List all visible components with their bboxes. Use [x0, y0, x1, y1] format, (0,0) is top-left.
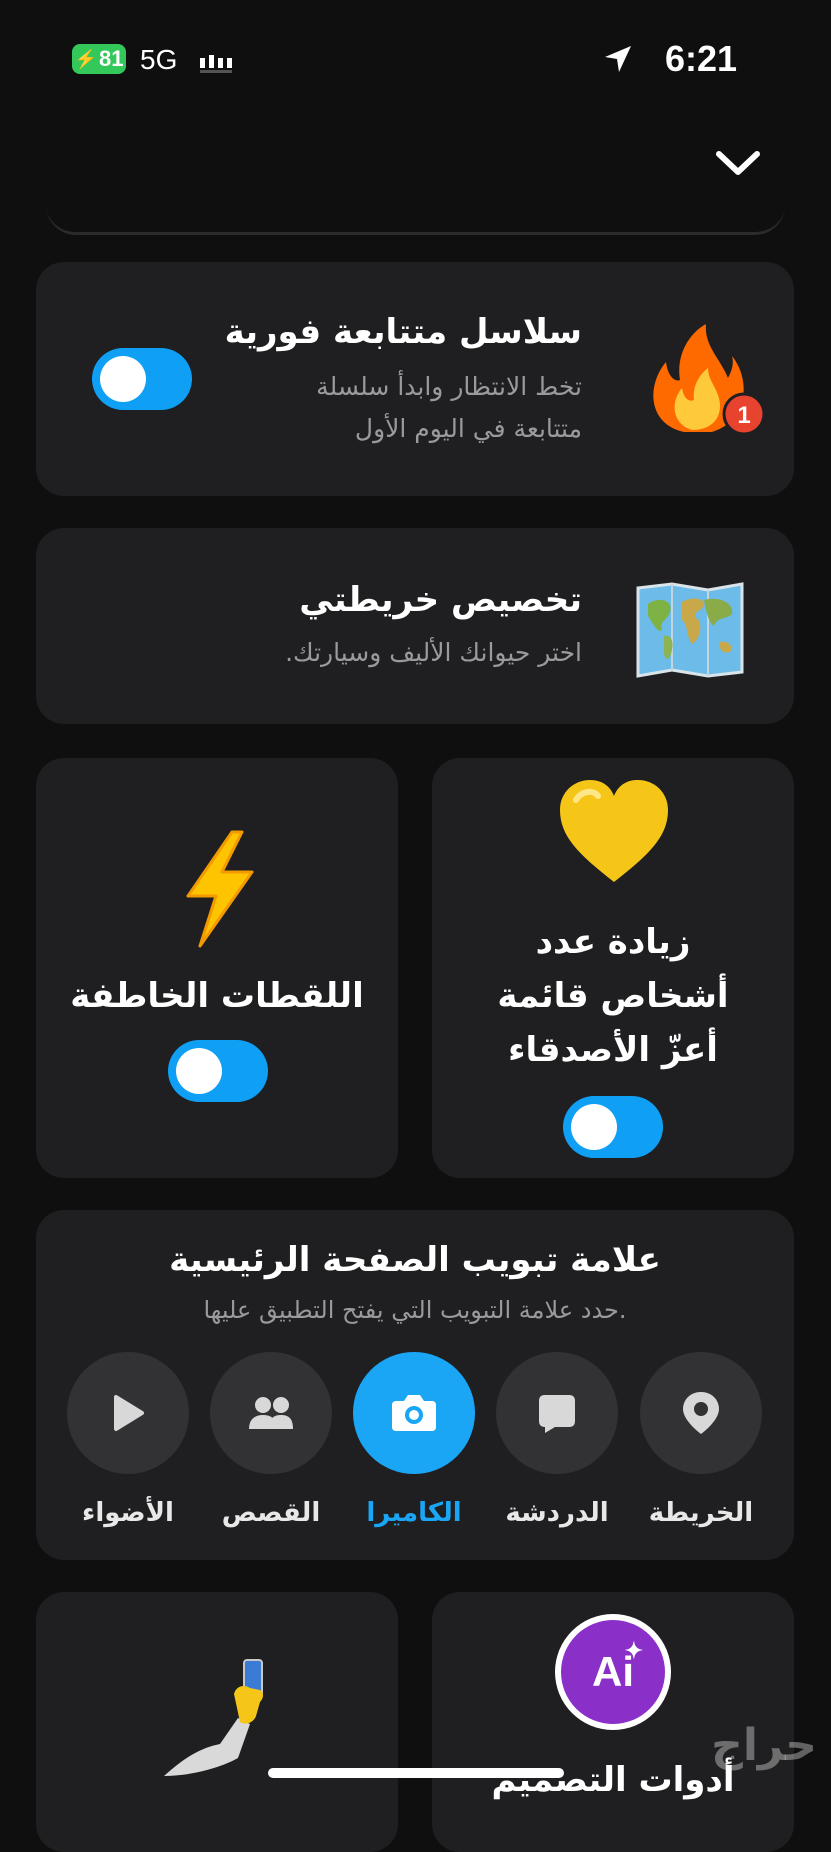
streaks-desc-line1: تخط الانتظار وابدأ سلسلة: [316, 372, 582, 401]
home-tab-title: علامة تبويب الصفحة الرئيسية: [169, 1240, 661, 1280]
tab-stories[interactable]: [210, 1352, 332, 1474]
toggle-knob: [100, 356, 146, 402]
tab-spotlight-label[interactable]: الأضواء: [53, 1498, 203, 1528]
sparkle-icon: ✦: [624, 1638, 643, 1663]
ai-icon: Ai ✦: [555, 1614, 671, 1730]
play-icon: [114, 1395, 144, 1431]
tab-map-label[interactable]: الخريطة: [626, 1498, 776, 1528]
customize-map-card[interactable]: تخصيص خريطتي اختر حيوانك الأليف وسيارتك.: [36, 528, 794, 724]
toggle-knob: [571, 1104, 617, 1150]
camera-icon: [392, 1395, 436, 1431]
previous-card-edge: [46, 196, 785, 235]
battery-level: 81: [98, 46, 124, 71]
clock: 6:21: [664, 38, 737, 79]
fire-icon: 1: [653, 324, 766, 436]
tab-spotlight[interactable]: [67, 1352, 189, 1474]
streaks-title: سلاسل متتابعة فورية: [224, 312, 582, 352]
signal-icon: [200, 55, 232, 73]
tab-chat[interactable]: [496, 1352, 618, 1474]
tab-camera[interactable]: [353, 1352, 475, 1474]
yellow-heart-icon: [560, 780, 668, 882]
streaks-desc-line2: متتابعة في اليوم الأول: [354, 414, 582, 443]
world-map-icon: [636, 582, 744, 678]
battery-bolt-icon: ⚡: [74, 48, 97, 69]
customize-map-title: تخصيص خريطتي: [299, 580, 582, 620]
tab-stories-label[interactable]: القصص: [196, 1498, 346, 1528]
instant-snaps-card: اللقطات الخاطفة: [36, 758, 398, 1178]
chat-icon: [539, 1395, 575, 1433]
tab-camera-label[interactable]: الكاميرا: [339, 1498, 489, 1528]
location-arrow-icon: [605, 46, 631, 72]
tab-chat-label[interactable]: الدردشة: [482, 1498, 632, 1528]
best-friends-toggle[interactable]: [563, 1096, 663, 1158]
instant-snaps-title: اللقطات الخاطفة: [70, 976, 364, 1016]
best-friends-line3: أعزّ الأصدقاء: [508, 1030, 718, 1070]
toggle-knob: [176, 1048, 222, 1094]
people-icon: [249, 1397, 293, 1429]
best-friends-card: زيادة عدد أشخاص قائمة أعزّ الأصدقاء: [432, 758, 794, 1178]
chevron-down-icon[interactable]: [715, 150, 761, 178]
selfie-card[interactable]: [36, 1592, 398, 1852]
streaks-toggle[interactable]: [92, 348, 192, 410]
tab-map[interactable]: [640, 1352, 762, 1474]
home-indicator[interactable]: [268, 1768, 564, 1778]
lightning-icon: [186, 830, 254, 948]
best-friends-line2: أشخاص قائمة: [497, 976, 729, 1016]
customize-map-desc: اختر حيوانك الأليف وسيارتك.: [285, 638, 582, 667]
home-tab-card: علامة تبويب الصفحة الرئيسية حدد علامة ال…: [36, 1210, 794, 1560]
selfie-arm-icon: [164, 1659, 263, 1776]
battery-indicator: ⚡ 81: [72, 44, 126, 74]
watermark: حراج: [711, 1720, 817, 1771]
streak-badge-count: 1: [737, 402, 750, 429]
home-tab-desc: حدد علامة التبويب التي يفتح التطبيق عليه…: [203, 1296, 627, 1324]
streaks-card: 1 سلاسل متتابعة فورية تخط الانتظار وابدأ…: [36, 262, 794, 496]
best-friends-line1: زيادة عدد: [535, 922, 691, 962]
map-pin-icon: [683, 1392, 719, 1434]
instant-snaps-toggle[interactable]: [168, 1040, 268, 1102]
network-type: 5G: [140, 44, 178, 75]
